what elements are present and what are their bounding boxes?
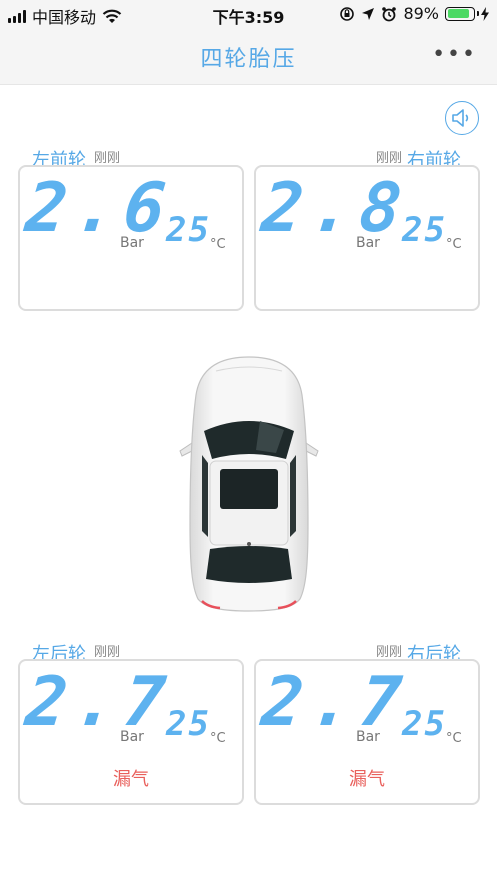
front-right-tire-card[interactable]: 2.8 Bar 25 °C	[254, 165, 480, 311]
alarm-icon	[382, 6, 397, 21]
battery-icon	[445, 6, 479, 21]
rear-left-temp: 25	[166, 704, 211, 744]
front-right-temp: 25	[402, 210, 447, 250]
car-top-view-icon	[179, 356, 319, 612]
front-left-temp: 25	[166, 210, 211, 250]
front-left-tire-card[interactable]: 2.6 Bar 25 °C	[18, 165, 244, 311]
speaker-icon	[452, 109, 469, 127]
location-icon	[362, 7, 375, 20]
rear-left-tire-card[interactable]: 2.7 Bar 25 °C 漏气	[18, 659, 244, 805]
temp-unit: °C	[210, 237, 226, 252]
page-title: 四轮胎压	[200, 47, 297, 72]
pressure-unit: Bar	[120, 235, 144, 251]
front-right-updated: 刚刚	[376, 151, 403, 166]
pressure-unit: Bar	[356, 729, 380, 745]
charging-icon	[481, 6, 489, 21]
more-menu-button[interactable]: •••	[432, 42, 477, 67]
front-right-pressure: 2.8	[257, 169, 414, 248]
rear-right-updated: 刚刚	[376, 645, 403, 660]
temp-unit: °C	[210, 731, 226, 746]
pressure-unit: Bar	[356, 235, 380, 251]
battery-percent: 89%	[403, 4, 439, 23]
rear-right-leak-warning: 漏气	[349, 769, 385, 790]
rear-right-tire-card[interactable]: 2.7 Bar 25 °C 漏气	[254, 659, 480, 805]
temp-unit: °C	[446, 731, 462, 746]
sound-toggle-button[interactable]	[445, 101, 479, 135]
temp-unit: °C	[446, 237, 462, 252]
rear-left-updated: 刚刚	[94, 645, 121, 660]
rear-left-leak-warning: 漏气	[113, 769, 149, 790]
front-left-pressure: 2.6	[21, 169, 178, 248]
rotation-lock-icon	[340, 6, 355, 21]
rear-right-temp: 25	[402, 704, 447, 744]
rear-left-pressure: 2.7	[21, 663, 178, 742]
pressure-unit: Bar	[120, 729, 144, 745]
status-bar: 中国移动 下午3:59 89%	[0, 0, 497, 28]
rear-right-pressure: 2.7	[257, 663, 414, 742]
nav-bar: 四轮胎压 •••	[0, 28, 497, 85]
front-left-updated: 刚刚	[94, 151, 121, 166]
